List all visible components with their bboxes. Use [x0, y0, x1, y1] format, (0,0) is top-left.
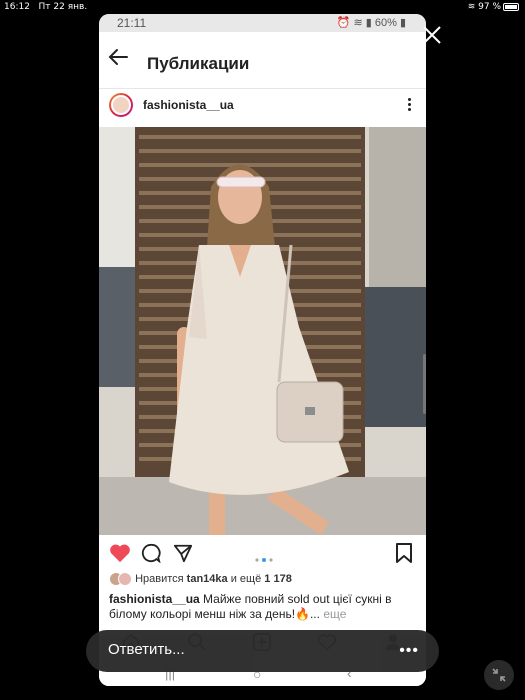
- battery-icon: [503, 2, 519, 11]
- carousel-dots: [254, 550, 274, 562]
- likes-mid: и ещё: [230, 572, 262, 585]
- signal-icon: ⏰ ≋ ▮: [336, 17, 372, 29]
- more-vertical-icon[interactable]: [406, 96, 412, 114]
- close-icon[interactable]: [422, 25, 442, 45]
- minimize-button[interactable]: [484, 660, 514, 690]
- likes-count[interactable]: 1 178: [264, 573, 292, 585]
- reply-more-icon[interactable]: •••: [399, 642, 419, 660]
- post-photo-image: [99, 127, 426, 535]
- phone-screen: 21:11 ⏰ ≋ ▮ 60% ▮ Публикации fashionista…: [99, 14, 426, 686]
- ipad-battery-text: 97 %: [478, 2, 501, 12]
- likes-user[interactable]: tan14ka: [187, 573, 228, 585]
- heart-icon[interactable]: [109, 543, 131, 563]
- post-header: fashionista__ua: [99, 90, 426, 126]
- phone-battery-icon: ▮: [399, 17, 406, 29]
- phone-battery-text: 60%: [374, 17, 397, 29]
- likes-prefix: Нравится: [135, 572, 184, 585]
- minimize-icon: [492, 668, 506, 682]
- ipad-status-bar: 16:12 Пт 22 янв. ≋ 97 %: [0, 0, 525, 14]
- share-icon[interactable]: [173, 543, 193, 563]
- post-photo[interactable]: [99, 127, 426, 535]
- post-actions: [99, 535, 426, 571]
- back-arrow-icon[interactable]: [107, 46, 129, 68]
- avatar[interactable]: [109, 93, 133, 117]
- ipad-time: 16:12: [4, 2, 30, 12]
- ipad-date: Пт 22 янв.: [38, 2, 88, 12]
- reply-input-label[interactable]: Ответить...: [108, 641, 185, 658]
- comment-icon[interactable]: [141, 543, 161, 563]
- scroll-edge-indicator: [423, 354, 426, 414]
- post-caption: fashionista__ua Майже повний sold out ці…: [109, 592, 414, 622]
- liker-avatar: [118, 572, 132, 586]
- page-title: Публикации: [147, 54, 250, 73]
- bookmark-icon[interactable]: [395, 542, 413, 564]
- app-header: Публикации: [99, 32, 426, 89]
- reply-bar[interactable]: Ответить... •••: [86, 630, 439, 672]
- caption-more-link[interactable]: еще: [323, 607, 346, 621]
- phone-status-bar: 21:11 ⏰ ≋ ▮ 60% ▮: [99, 14, 426, 32]
- wifi-icon: ≋: [467, 2, 476, 12]
- likes-line[interactable]: Нравится tan14ka и ещё 1 178: [109, 572, 419, 590]
- post-username[interactable]: fashionista__ua: [143, 98, 234, 112]
- caption-username[interactable]: fashionista__ua: [109, 592, 200, 606]
- phone-time: 21:11: [117, 16, 147, 30]
